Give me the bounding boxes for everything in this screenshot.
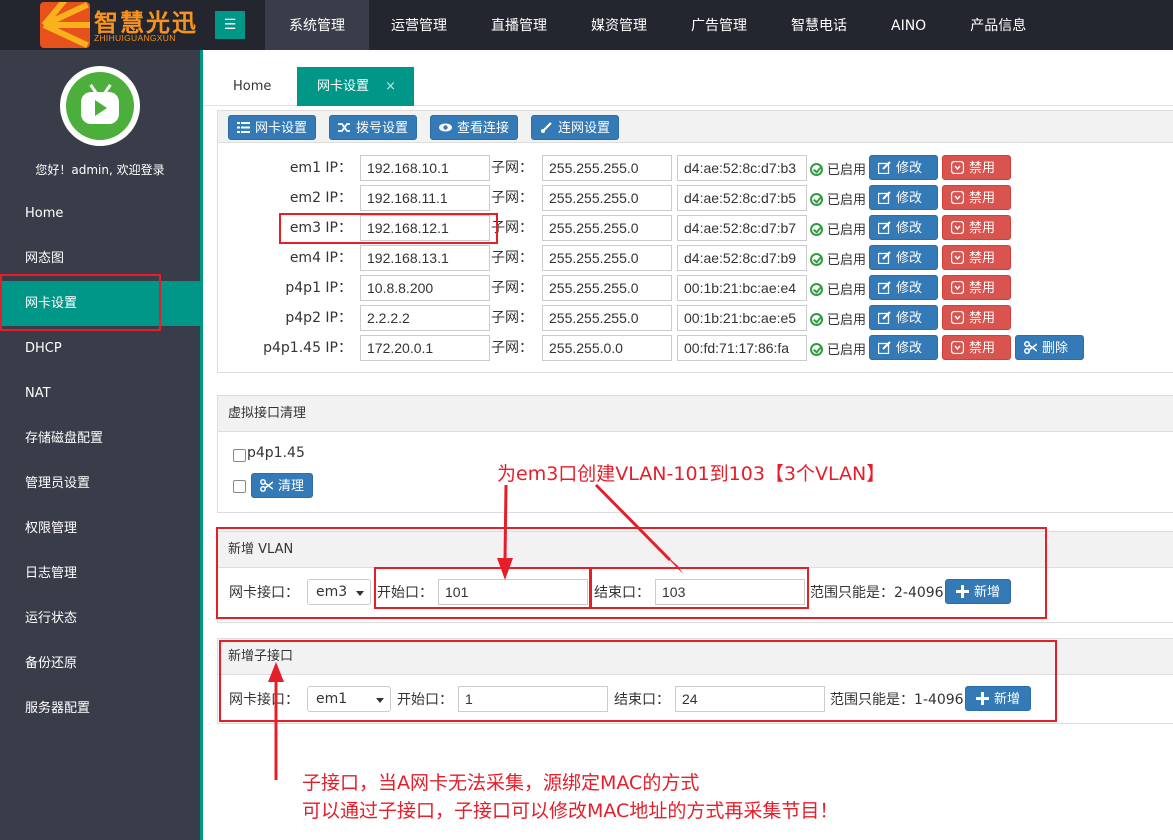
annotation-arrows [268, 483, 683, 780]
annotation-vlan: 为em3口创建VLAN-101到103【3个VLAN】 [497, 463, 886, 485]
annotation-subif-2: 可以通过子接口，子接口可以修改MAC地址的方式再采集节目！ [302, 800, 839, 822]
annotation-subif-1: 子接口，当A网卡无法采集，源绑定MAC的方式 [302, 772, 700, 794]
